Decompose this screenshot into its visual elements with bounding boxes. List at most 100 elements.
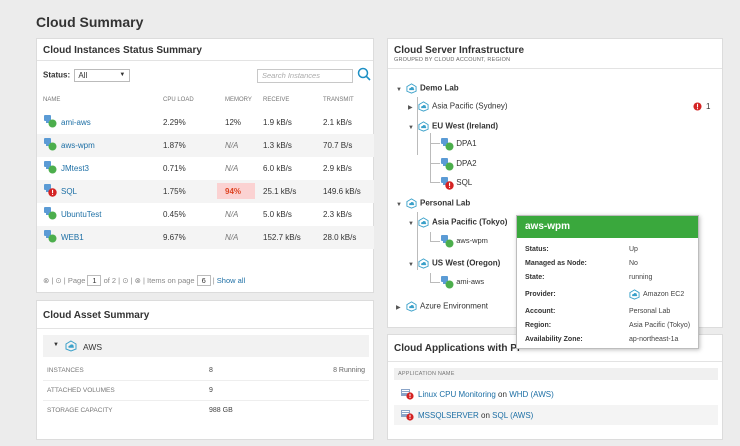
page-of: of 2 xyxy=(103,276,117,285)
chevron-right-icon[interactable]: ▶ xyxy=(408,104,416,111)
node-up-icon xyxy=(43,114,57,128)
transmit: 2.1 kB/s xyxy=(323,118,352,127)
cloud-icon xyxy=(406,83,417,94)
list-item[interactable]: Linux CPU Monitoring on WHD (AWS) xyxy=(394,384,718,404)
cpu-load: 1.87% xyxy=(163,141,186,150)
tree-label: Demo Lab xyxy=(420,83,459,93)
apps-panel: Cloud Applications with Pr APPLICATION N… xyxy=(387,334,723,440)
tree-label: DPA2 xyxy=(456,159,477,169)
tree-node-demo-lab[interactable]: ▼ Demo Lab xyxy=(396,83,459,94)
table-row[interactable]: JMtest3 0.71% N/A 6.0 kB/s 2.9 kB/s xyxy=(37,157,374,180)
instance-link[interactable]: UbuntuTest xyxy=(61,210,101,219)
node-up-icon xyxy=(440,137,454,151)
col-receive[interactable]: RECEIVE xyxy=(263,97,289,103)
app-target-link[interactable]: WHD (AWS) xyxy=(509,390,554,399)
tree-leaf-dpa2[interactable]: DPA2 xyxy=(440,157,477,171)
col-cpu[interactable]: CPU LOAD xyxy=(163,97,194,103)
chevron-down-icon[interactable]: ▼ xyxy=(408,262,416,268)
search-input[interactable]: Search Instances xyxy=(257,69,353,83)
memory: N/A xyxy=(225,210,239,219)
chevron-down-icon[interactable]: ▼ xyxy=(408,221,416,227)
tooltip-key: Status: xyxy=(525,246,549,253)
asset-group-aws[interactable]: ▼ AWS xyxy=(43,335,369,357)
table-row[interactable]: aws-wpm 1.87% N/A 1.3 kB/s 70.7 B/s xyxy=(37,134,374,157)
instance-link[interactable]: JMtest3 xyxy=(61,164,89,173)
tree-node-us-west[interactable]: ▼ US West (Oregon) xyxy=(408,258,500,269)
tooltip-value: Personal Lab xyxy=(629,308,671,315)
table-row[interactable]: WEB1 9.67% N/A 152.7 kB/s 28.0 kB/s xyxy=(37,226,374,249)
tree-leaf-ami-aws[interactable]: ami-aws xyxy=(440,275,484,289)
tooltip-value: ap-northeast-1a xyxy=(629,336,679,343)
node-up-icon xyxy=(440,275,454,289)
chevron-right-icon[interactable]: ▶ xyxy=(396,304,404,311)
asset-row: STORAGE CAPACITY 988 GB xyxy=(43,401,369,421)
instance-link[interactable]: WEB1 xyxy=(61,233,84,242)
tree-label: Asia Pacific (Tokyo) xyxy=(432,217,508,227)
tree-label: SQL xyxy=(456,178,473,188)
asset-value: 9 xyxy=(209,387,213,394)
col-name[interactable]: NAME xyxy=(43,97,60,103)
memory: N/A xyxy=(225,164,239,173)
app-on: on xyxy=(498,390,507,399)
tree-label: Personal Lab xyxy=(420,198,471,208)
last-page-icon[interactable]: ⊗ xyxy=(135,276,141,285)
app-target-link[interactable]: SQL (AWS) xyxy=(492,411,533,420)
app-link[interactable]: Linux CPU Monitoring xyxy=(418,390,496,399)
table-row[interactable]: UbuntuTest 0.45% N/A 5.0 kB/s 2.3 kB/s xyxy=(37,203,374,226)
tree-node-asia-sydney[interactable]: ▶ Asia Pacific (Sydney) xyxy=(408,101,508,112)
tree-node-eu-west[interactable]: ▼ EU West (Ireland) xyxy=(408,121,498,132)
tree-node-personal-lab[interactable]: ▼ Personal Lab xyxy=(396,198,470,209)
asset-panel: Cloud Asset Summary ▼ AWS INSTANCES 8 8 … xyxy=(36,300,374,440)
list-item[interactable]: MSSQLSERVER on SQL (AWS) xyxy=(394,405,718,425)
show-all-link[interactable]: Show all xyxy=(217,276,245,285)
instance-link[interactable]: SQL xyxy=(61,187,77,196)
search-icon[interactable] xyxy=(357,67,371,81)
chevron-down-icon[interactable]: ▼ xyxy=(408,125,416,131)
tree-leaf-aws-wpm[interactable]: aws-wpm xyxy=(440,234,488,248)
next-page-icon[interactable]: ⊙ xyxy=(122,276,128,285)
asset-label: STORAGE CAPACITY xyxy=(47,407,113,414)
tree-leaf-dpa1[interactable]: DPA1 xyxy=(440,137,477,151)
chevron-down-icon[interactable]: ▼ xyxy=(396,87,404,93)
tree-node-asia-tokyo[interactable]: ▼ Asia Pacific (Tokyo) xyxy=(408,217,507,228)
receive: 6.0 kB/s xyxy=(263,164,292,173)
asset-label: INSTANCES xyxy=(47,367,84,374)
chevron-down-icon[interactable]: ▼ xyxy=(396,202,404,208)
app-on: on xyxy=(481,411,490,420)
memory: N/A xyxy=(225,233,239,242)
tree-label: Azure Environment xyxy=(420,301,489,311)
receive: 1.3 kB/s xyxy=(263,141,292,150)
table-row[interactable]: SQL 1.75% 94% 25.1 kB/s 149.6 kB/s xyxy=(37,180,374,203)
app-link[interactable]: MSSQLSERVER xyxy=(418,411,479,420)
status-dropdown[interactable]: All ▼ xyxy=(74,69,131,82)
tooltip-key: Account: xyxy=(525,308,556,315)
node-tooltip: aws-wpm Status: Up Managed as Node: No S… xyxy=(516,215,699,349)
tooltip-key: Managed as Node: xyxy=(525,260,587,267)
cloud-icon xyxy=(418,258,429,269)
critical-icon xyxy=(693,102,702,111)
tooltip-value: Up xyxy=(629,246,638,253)
chevron-down-icon[interactable]: ▼ xyxy=(53,342,59,348)
tree-node-azure[interactable]: ▶ Azure Environment xyxy=(396,301,488,312)
receive: 5.0 kB/s xyxy=(263,210,292,219)
instance-link[interactable]: ami-aws xyxy=(61,118,91,127)
tree-label: EU West (Ireland) xyxy=(432,121,499,131)
page-input[interactable]: 1 xyxy=(87,275,102,286)
apps-column-header[interactable]: APPLICATION NAME xyxy=(394,368,718,380)
col-transmit[interactable]: TRANSMIT xyxy=(323,97,354,103)
chevron-down-icon: ▼ xyxy=(119,72,126,78)
node-critical-icon xyxy=(43,183,57,197)
col-memory[interactable]: MEMORY xyxy=(225,97,252,103)
table-row[interactable]: ami-aws 2.29% 12% 1.9 kB/s 2.1 kB/s xyxy=(37,111,374,134)
tree-label: US West (Oregon) xyxy=(432,258,501,268)
first-page-icon[interactable]: ⊗ xyxy=(43,276,49,285)
asset-group-label: AWS xyxy=(83,342,103,352)
tree-label: ami-aws xyxy=(456,277,485,287)
node-up-icon xyxy=(440,234,454,248)
instance-link[interactable]: aws-wpm xyxy=(61,141,95,150)
app-critical-icon xyxy=(400,409,414,421)
prev-page-icon[interactable]: ⊙ xyxy=(55,276,61,285)
tree-leaf-sql[interactable]: SQL xyxy=(440,176,472,190)
items-input[interactable]: 6 xyxy=(196,275,211,286)
cloud-icon xyxy=(418,101,429,112)
